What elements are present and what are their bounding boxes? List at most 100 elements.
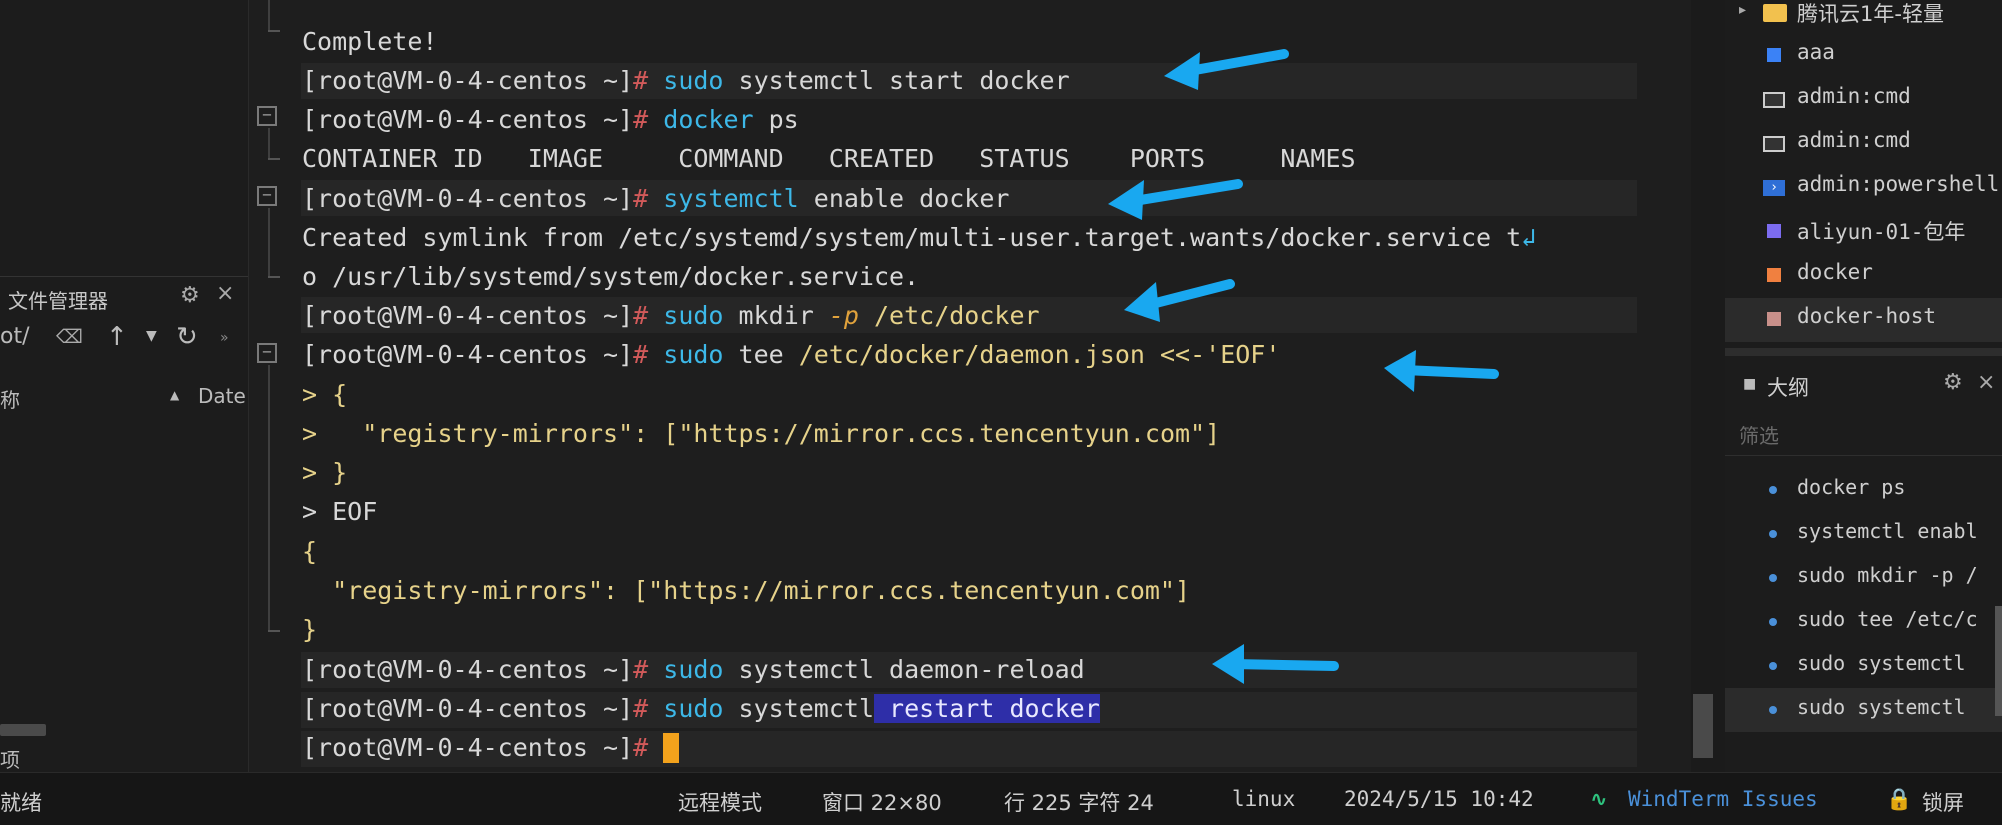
file-list-header: 称 ▲ Date	[0, 378, 248, 414]
session-item[interactable]: › admin:powershell	[1725, 166, 2002, 210]
outline-item-label: sudo systemctl	[1797, 651, 1966, 675]
session-label: aaa	[1797, 40, 1835, 64]
path-input[interactable]: ot/	[0, 324, 30, 349]
outline-item[interactable]: systemctl enabl	[1725, 512, 2002, 556]
fold-toggle-icon[interactable]: −	[257, 186, 277, 206]
status-bar: 就绪 远程模式 窗口 22×80 行 225 字符 24 linux 2024/…	[0, 772, 2002, 825]
more-icon[interactable]: »	[220, 330, 229, 346]
session-label: admin:powershell	[1797, 172, 2000, 196]
arrow-up-icon[interactable]: ↑	[106, 322, 128, 352]
outline-title: 大纲	[1767, 376, 1809, 400]
fold-gutter-tick	[268, 276, 280, 278]
windterm-issues-link[interactable]: WindTerm Issues	[1628, 787, 1818, 811]
bullet-icon	[1769, 662, 1777, 670]
input-line[interactable]: [root@VM-0-4-centos ~]#	[302, 733, 680, 763]
divider	[1725, 455, 2002, 456]
column-name[interactable]: 称	[0, 384, 20, 413]
vertical-scrollbar[interactable]	[1693, 694, 1713, 758]
line-wrap-icon: ↲	[1521, 223, 1537, 252]
bullet-icon	[1769, 706, 1777, 714]
clear-icon[interactable]: ⌫	[56, 326, 83, 348]
outline-item[interactable]: sudo mkdir -p /	[1725, 556, 2002, 600]
file-manager-pane: 文件管理器 ⚙ × ot/ ⌫ ↑ ▼ ↻ » 称 ▲ Date 项	[0, 0, 249, 772]
terminal-pane[interactable]: − − − Complete! [root@VM-0-4-centos ~]# …	[249, 0, 1713, 772]
cmd-icon	[1763, 92, 1785, 108]
heredoc-line: > "registry-mirrors": ["https://mirror.c…	[302, 419, 1221, 448]
text-cursor	[663, 733, 680, 763]
file-count: 项	[0, 748, 20, 772]
fold-gutter-tick	[268, 630, 280, 632]
command-line: [root@VM-0-4-centos ~]# sudo systemctl s…	[302, 66, 1070, 95]
heredoc-line: > {	[302, 380, 348, 409]
heredoc-line: > }	[302, 458, 348, 487]
chevron-right-icon: ▸	[1739, 2, 1747, 18]
session-group[interactable]: ▸ 腾讯云1年-轻量	[1725, 0, 2002, 34]
column-date[interactable]: Date	[198, 384, 246, 408]
heredoc-line: > EOF	[302, 497, 378, 526]
fold-gutter-line	[268, 0, 270, 30]
outline-item-label: sudo tee /etc/c	[1797, 607, 1978, 631]
powershell-icon: ›	[1763, 180, 1785, 196]
close-icon[interactable]: ×	[216, 281, 234, 306]
outline-item[interactable]: docker ps	[1725, 468, 2002, 512]
session-item[interactable]: admin:cmd	[1725, 78, 2002, 122]
chevron-down-icon[interactable]: ▼	[146, 328, 157, 344]
fold-toggle-icon[interactable]: −	[257, 343, 277, 363]
fold-gutter-line	[268, 128, 270, 158]
folder-icon	[1763, 4, 1787, 22]
fold-gutter-line	[268, 365, 270, 630]
status-datetime: 2024/5/15 10:42	[1344, 787, 1534, 811]
session-item[interactable]: aaa	[1725, 34, 2002, 78]
output-line: Created symlink from /etc/systemd/system…	[302, 223, 1537, 252]
output-line: Complete!	[302, 27, 438, 56]
session-label: aliyun-01-包年	[1797, 220, 1966, 244]
session-item[interactable]: aliyun-01-包年	[1725, 210, 2002, 254]
output-line: o /usr/lib/systemd/system/docker.service…	[302, 262, 920, 291]
file-manager-title: 文件管理器	[8, 289, 108, 313]
square-icon	[1767, 48, 1781, 62]
windterm-icon: ∿	[1590, 787, 1608, 811]
outline-item[interactable]: sudo systemctl	[1725, 644, 2002, 688]
horizontal-scrollbar[interactable]	[0, 724, 46, 736]
status-os[interactable]: linux	[1232, 787, 1295, 811]
sort-ascending-icon[interactable]: ▲	[170, 388, 179, 402]
fold-gutter-line	[268, 208, 270, 276]
gear-icon[interactable]: ⚙	[180, 283, 200, 308]
outline-item[interactable]: sudo tee /etc/c	[1725, 600, 2002, 644]
vertical-scrollbar[interactable]	[1995, 606, 2002, 716]
outline-item[interactable]: sudo systemctl	[1725, 688, 2002, 732]
refresh-icon[interactable]: ↻	[176, 322, 198, 352]
session-item[interactable]: admin:cmd	[1725, 122, 2002, 166]
square-icon	[1767, 312, 1781, 326]
command-line: [root@VM-0-4-centos ~]# sudo systemctl r…	[302, 694, 1100, 723]
status-cursor-position[interactable]: 行 225 字符 24	[1004, 787, 1154, 817]
outline-header: ■ 大纲 ⚙ ×	[1725, 368, 2002, 404]
command-line: [root@VM-0-4-centos ~]# sudo systemctl d…	[302, 655, 1085, 684]
output-line: "registry-mirrors": ["https://mirror.ccs…	[302, 576, 1191, 605]
filter-input[interactable]: 筛选	[1739, 420, 1779, 449]
panel-marker-icon: ■	[1743, 376, 1757, 392]
fold-toggle-icon[interactable]: −	[257, 106, 277, 126]
command-line: [root@VM-0-4-centos ~]# systemctl enable…	[302, 184, 1010, 213]
square-icon	[1767, 268, 1781, 282]
status-ready: 就绪	[0, 791, 42, 815]
bullet-icon	[1769, 530, 1777, 538]
session-label: admin:cmd	[1797, 84, 1911, 108]
status-mode[interactable]: 远程模式	[678, 787, 762, 817]
horizontal-scrollbar[interactable]	[1725, 348, 2002, 356]
lock-icon[interactable]: 🔒	[1886, 787, 1912, 812]
gear-icon[interactable]: ⚙	[1943, 370, 1963, 395]
cmd-icon	[1763, 136, 1785, 152]
session-item[interactable]: docker-host	[1725, 298, 2002, 342]
outline-item-label: sudo mkdir -p /	[1797, 563, 1978, 587]
right-sidebar: ▸ 腾讯云1年-轻量 aaa admin:cmd admin:cmd › adm…	[1725, 0, 2002, 772]
session-item[interactable]: docker	[1725, 254, 2002, 298]
close-icon[interactable]: ×	[1977, 370, 1995, 395]
fold-gutter-tick	[268, 30, 280, 32]
bullet-icon	[1769, 618, 1777, 626]
session-label: docker-host	[1797, 304, 1937, 328]
lock-screen-button[interactable]: 锁屏	[1922, 787, 1964, 817]
text-selection: restart docker	[874, 694, 1100, 723]
status-window-size[interactable]: 窗口 22×80	[822, 787, 942, 817]
session-label: admin:cmd	[1797, 128, 1911, 152]
